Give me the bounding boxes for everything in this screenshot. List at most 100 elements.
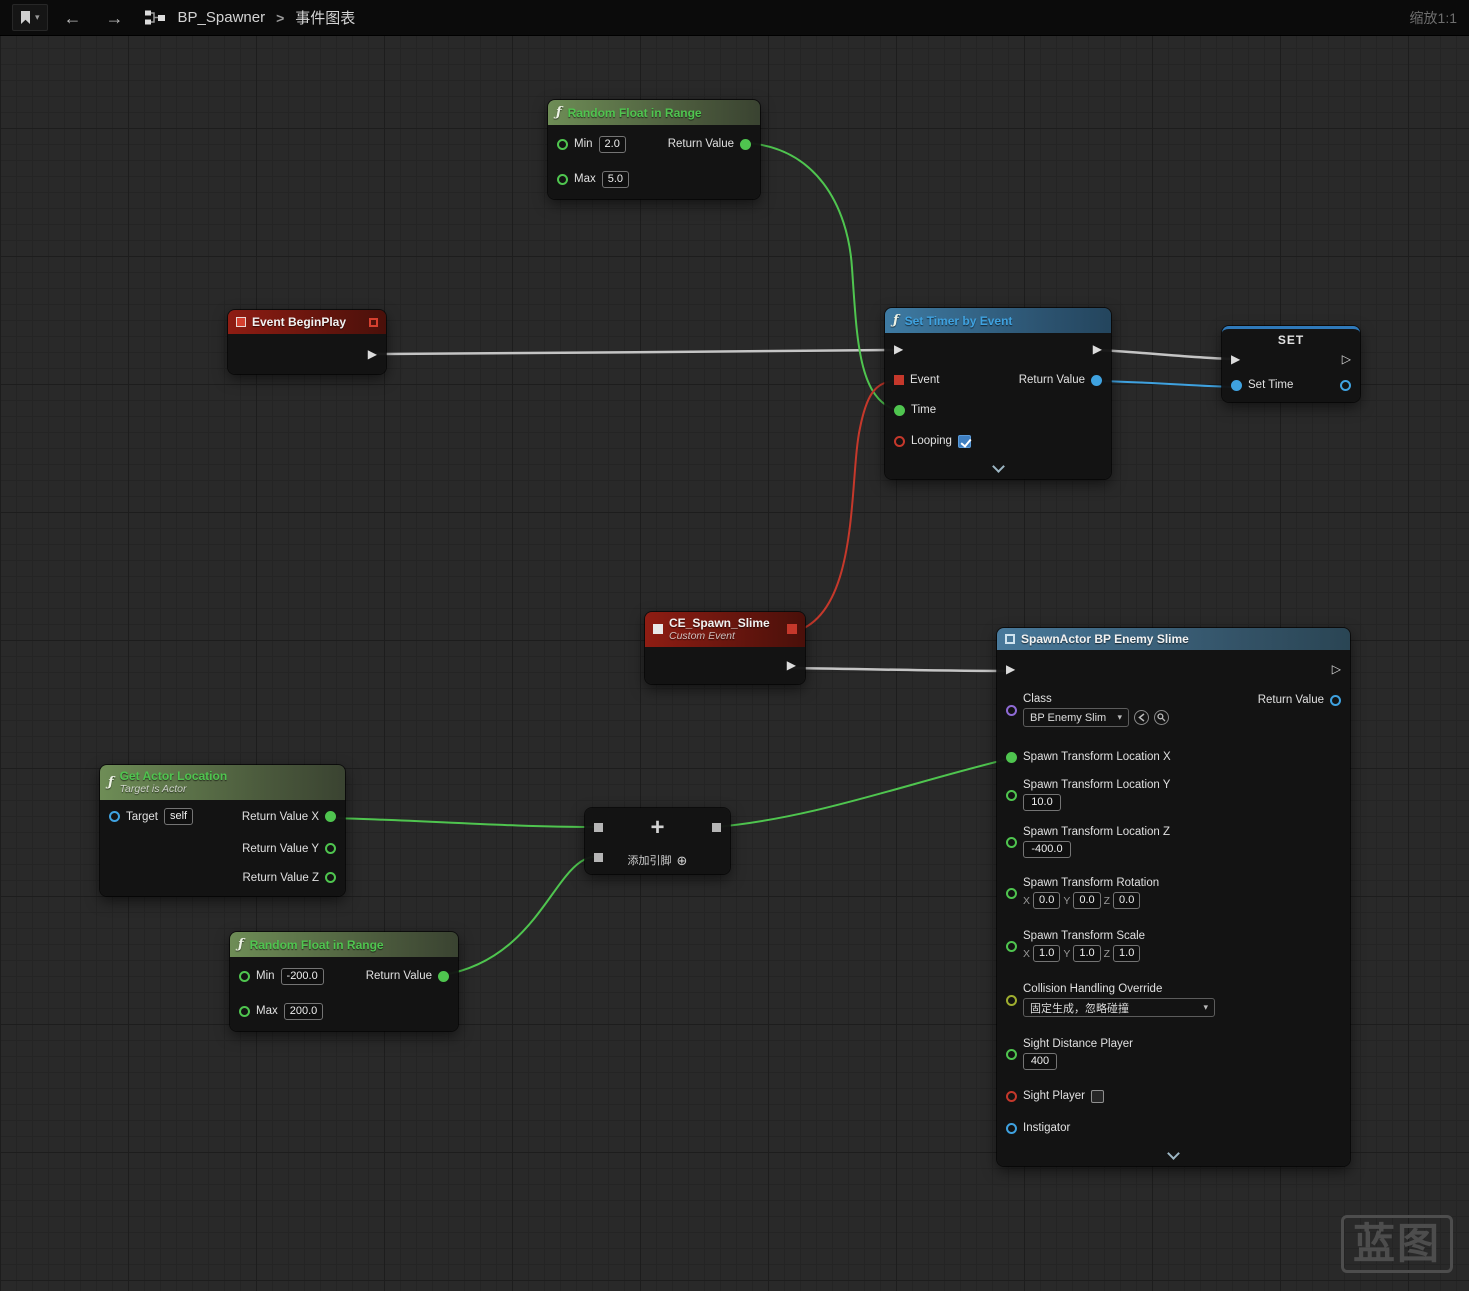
return-value-pin[interactable] — [438, 970, 449, 982]
max-label: Max — [256, 1005, 278, 1017]
node-custom-event[interactable]: CE_Spawn_Slime Custom Event ▶ — [645, 612, 805, 684]
expand-chevron-icon[interactable] — [1167, 1147, 1180, 1160]
node-random-float-bottom[interactable]: ƒ Random Float in Range Min -200.0 Retur… — [230, 932, 458, 1031]
rotation-z-input[interactable]: 0.0 — [1113, 892, 1141, 909]
function-icon: ƒ — [108, 774, 114, 790]
add-pin-icon[interactable]: ⊕ — [677, 854, 688, 867]
bookmark-button[interactable]: ▾ — [12, 4, 48, 31]
sight-player-label: Sight Player — [1023, 1090, 1086, 1102]
breadcrumb-page[interactable]: 事件图表 — [295, 7, 355, 28]
scale-z-input[interactable]: 1.0 — [1113, 945, 1141, 962]
node-title: SpawnActor BP Enemy Slime — [1021, 632, 1189, 646]
scale-y-input[interactable]: 1.0 — [1073, 945, 1101, 962]
rotation-pin[interactable] — [1006, 887, 1017, 899]
class-dropdown[interactable]: BP Enemy Slim ▾ — [1023, 708, 1129, 727]
location-z-input[interactable]: -400.0 — [1023, 841, 1071, 858]
back-button[interactable]: ← — [56, 9, 90, 27]
location-z-pin[interactable] — [1006, 836, 1017, 848]
node-header[interactable]: ƒ Get Actor Location Target is Actor — [100, 765, 345, 800]
use-selected-icon[interactable] — [1134, 710, 1149, 725]
node-get-actor-location[interactable]: ƒ Get Actor Location Target is Actor Tar… — [100, 765, 345, 896]
target-pin[interactable] — [109, 811, 120, 823]
exec-out-pin[interactable]: ▶ — [787, 659, 796, 671]
exec-out-pin[interactable]: ▷ — [1342, 353, 1351, 365]
location-y-input[interactable]: 10.0 — [1023, 794, 1061, 811]
return-x-pin[interactable] — [325, 811, 336, 823]
collision-dropdown[interactable]: 固定生成，忽略碰撞 ▾ — [1023, 998, 1215, 1017]
node-set-variable[interactable]: SET ▶ ▷ Set Time — [1222, 326, 1360, 402]
node-set-timer-by-event[interactable]: ƒ Set Timer by Event ▶ ▶ Event Return Va… — [885, 308, 1111, 479]
instigator-pin[interactable] — [1006, 1122, 1017, 1134]
set-time-label: Set Time — [1248, 379, 1294, 391]
location-y-label: Spawn Transform Location Y — [1023, 779, 1171, 791]
sight-player-pin[interactable] — [1006, 1090, 1017, 1102]
sight-distance-input[interactable]: 400 — [1023, 1053, 1057, 1070]
min-input[interactable]: 2.0 — [598, 135, 626, 153]
axis-y-label: Y — [1063, 947, 1071, 960]
event-label: Event — [910, 374, 940, 386]
add-input-a-pin[interactable] — [594, 823, 603, 832]
max-pin[interactable] — [557, 173, 568, 185]
breadcrumb-root[interactable]: BP_Spawner — [178, 9, 266, 26]
node-header[interactable]: ƒ Random Float in Range — [548, 100, 760, 125]
node-title: Event BeginPlay — [252, 315, 347, 329]
time-label: Time — [911, 404, 937, 416]
exec-out-pin[interactable]: ▷ — [1332, 663, 1341, 675]
node-spawnactor[interactable]: SpawnActor BP Enemy Slime ▶ ▷ Class BP E… — [997, 628, 1350, 1166]
add-output-pin[interactable] — [712, 823, 721, 832]
browse-icon[interactable] — [1154, 710, 1169, 725]
chevron-down-icon: ▾ — [35, 12, 40, 22]
looping-checkbox[interactable] — [957, 434, 971, 448]
return-value-pin[interactable] — [1330, 694, 1341, 706]
event-delegate-pin[interactable] — [894, 375, 904, 385]
scale-x-input[interactable]: 1.0 — [1033, 945, 1061, 962]
min-pin[interactable] — [557, 138, 568, 150]
breadcrumb-separator-icon: > — [276, 9, 285, 26]
return-z-pin[interactable] — [325, 872, 336, 884]
max-input[interactable]: 200.0 — [283, 1002, 324, 1020]
sight-player-checkbox[interactable] — [1091, 1089, 1105, 1103]
rotation-y-input[interactable]: 0.0 — [1073, 892, 1101, 909]
scale-pin[interactable] — [1006, 940, 1017, 952]
delegate-out-pin[interactable] — [787, 624, 797, 635]
rotation-label: Spawn Transform Rotation — [1023, 877, 1160, 889]
exec-in-pin[interactable]: ▶ — [1231, 353, 1240, 365]
node-title: CE_Spawn_Slime — [669, 616, 770, 630]
set-time-out-pin[interactable] — [1340, 379, 1351, 391]
max-input[interactable]: 5.0 — [601, 170, 630, 188]
target-input[interactable]: self — [163, 808, 194, 826]
set-time-in-pin[interactable] — [1231, 379, 1242, 391]
collision-pin[interactable] — [1006, 994, 1017, 1006]
spawnactor-icon — [1005, 634, 1015, 644]
node-header[interactable]: SpawnActor BP Enemy Slime — [997, 628, 1350, 650]
exec-in-pin[interactable]: ▶ — [1006, 663, 1015, 675]
return-value-pin[interactable] — [740, 138, 751, 150]
node-event-beginplay[interactable]: Event BeginPlay ▶ — [228, 310, 386, 374]
node-header[interactable]: ƒ Set Timer by Event — [885, 308, 1111, 333]
instigator-label: Instigator — [1023, 1122, 1071, 1134]
sight-distance-pin[interactable] — [1006, 1048, 1017, 1060]
axis-z-label: Z — [1103, 894, 1111, 907]
sight-distance-label: Sight Distance Player — [1023, 1038, 1133, 1050]
min-input[interactable]: -200.0 — [280, 967, 324, 985]
exec-out-pin[interactable]: ▶ — [368, 348, 377, 360]
expand-chevron-icon[interactable] — [991, 460, 1005, 473]
node-add[interactable]: + 添加引脚 ⊕ — [585, 808, 730, 874]
exec-in-pin[interactable]: ▶ — [894, 343, 903, 355]
rotation-x-input[interactable]: 0.0 — [1033, 892, 1061, 909]
node-random-float-top[interactable]: ƒ Random Float in Range Min 2.0 Return V… — [548, 100, 760, 199]
time-pin[interactable] — [894, 404, 905, 416]
min-pin[interactable] — [239, 970, 250, 982]
max-pin[interactable] — [239, 1005, 250, 1017]
return-y-pin[interactable] — [325, 843, 336, 855]
class-pin[interactable] — [1006, 704, 1017, 716]
node-header[interactable]: CE_Spawn_Slime Custom Event — [645, 612, 805, 647]
exec-out-pin[interactable]: ▶ — [1093, 343, 1102, 355]
node-header[interactable]: ƒ Random Float in Range — [230, 932, 458, 957]
looping-pin[interactable] — [894, 435, 905, 447]
return-value-pin[interactable] — [1091, 374, 1102, 386]
node-header[interactable]: Event BeginPlay — [228, 310, 386, 334]
location-x-pin[interactable] — [1006, 751, 1017, 763]
forward-button[interactable]: → — [98, 9, 132, 27]
location-y-pin[interactable] — [1006, 789, 1017, 801]
